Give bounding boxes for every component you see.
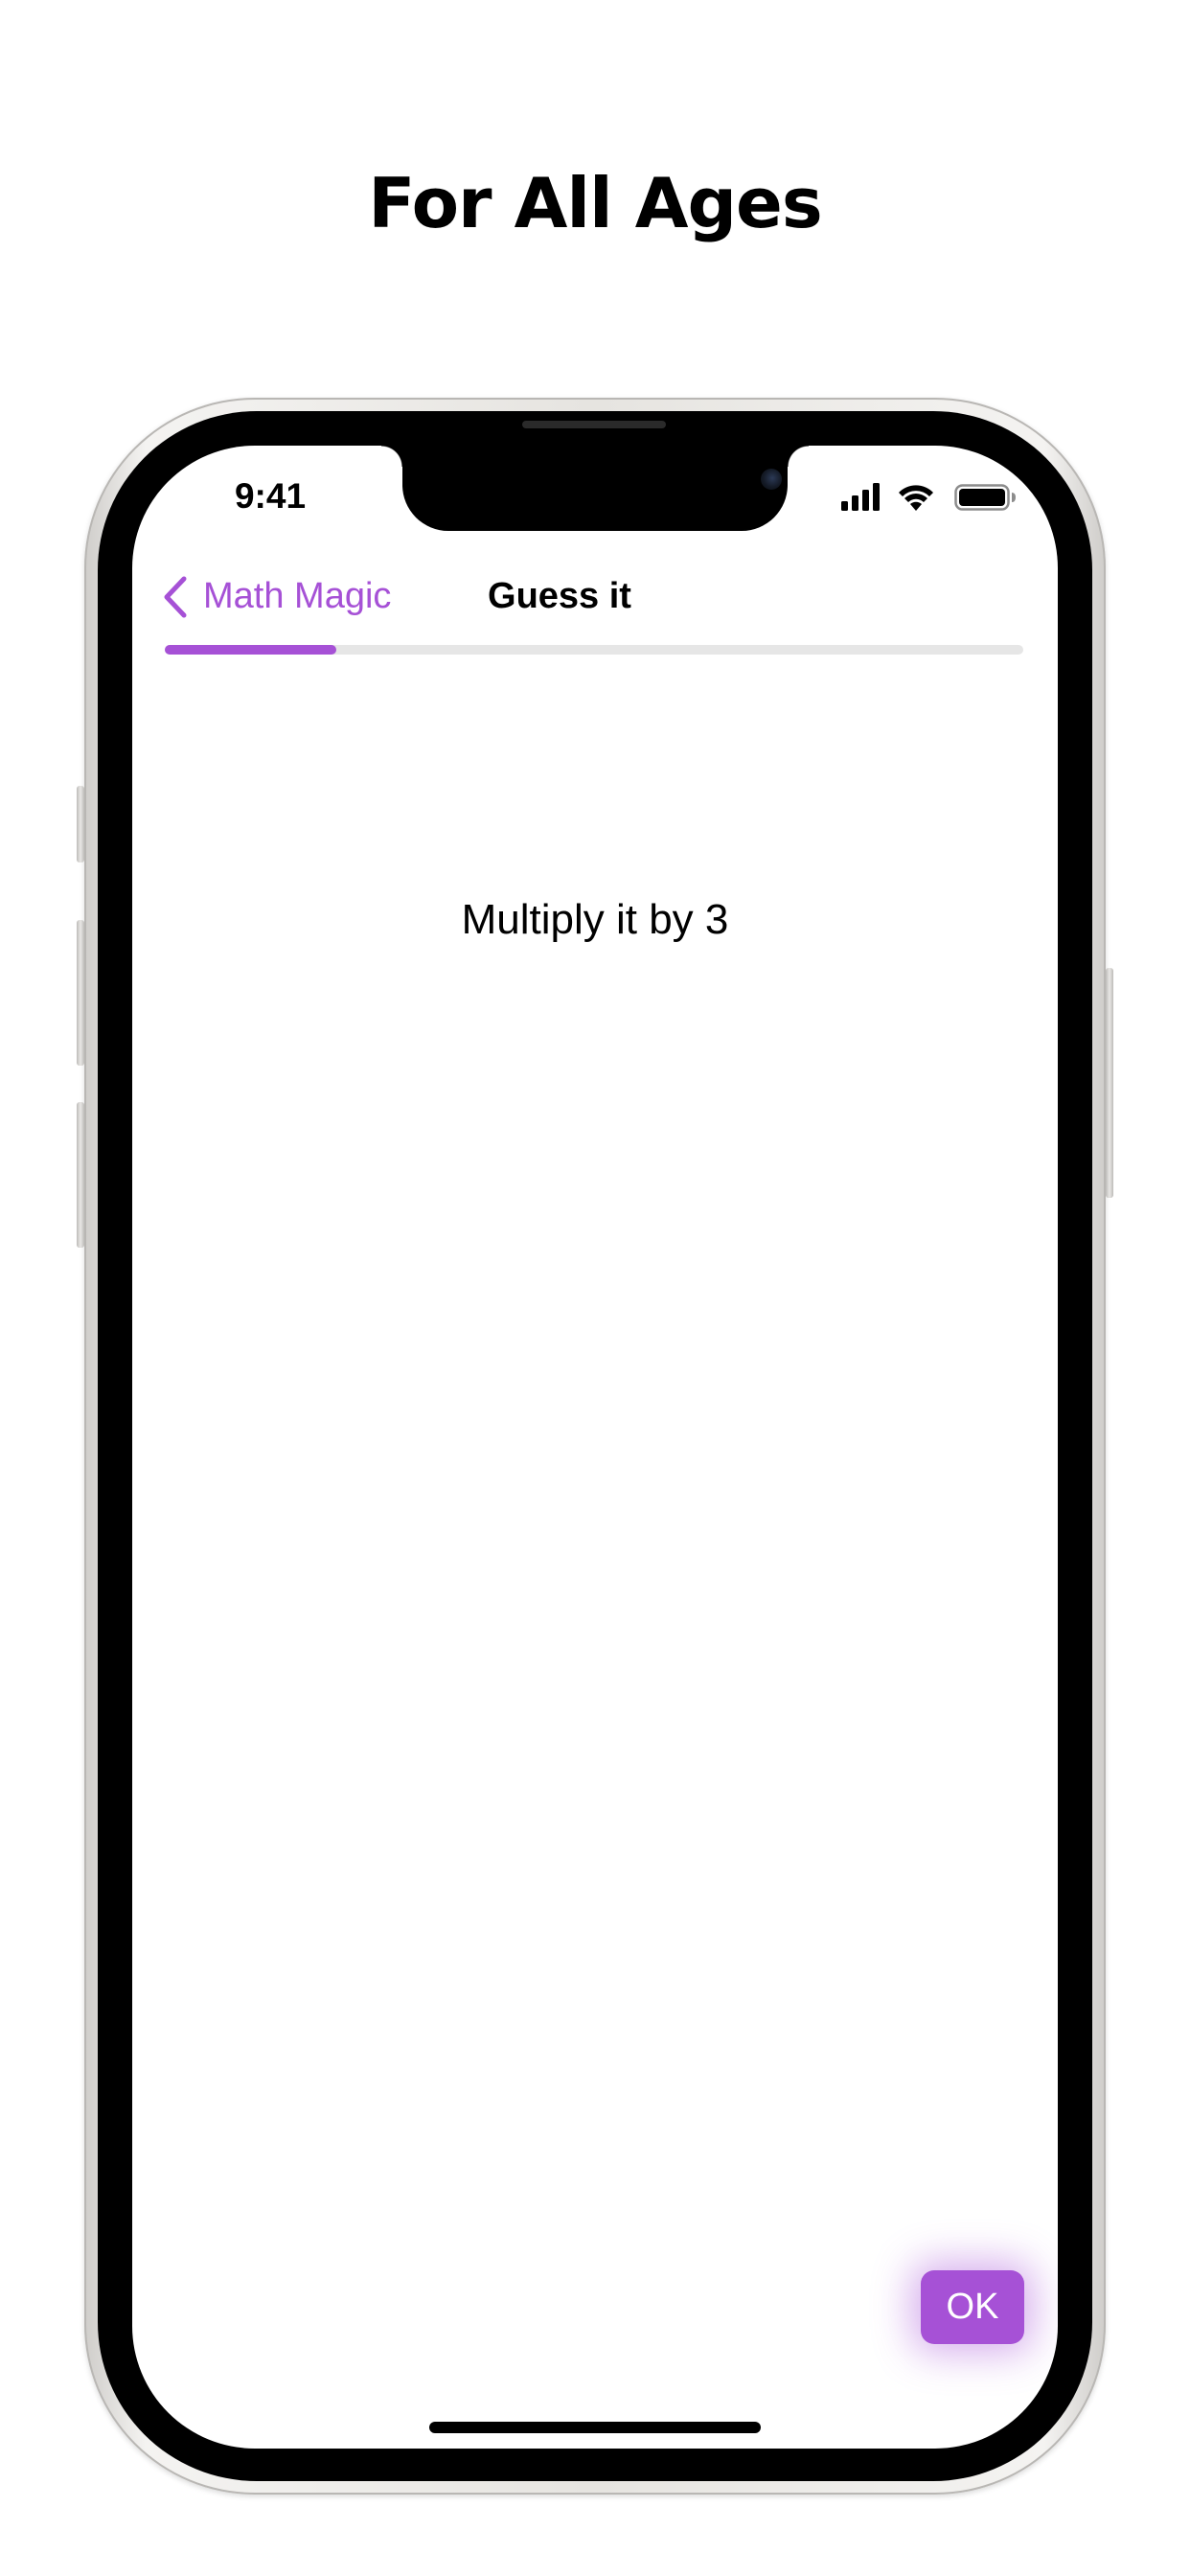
status-icons <box>841 483 1016 511</box>
front-camera-icon <box>761 469 782 490</box>
ok-button[interactable]: OK <box>921 2270 1024 2344</box>
phone-screen: 9:41 Math Magic Guess it Multiply it by … <box>132 446 1058 2449</box>
cellular-signal-icon <box>841 483 880 511</box>
nav-title: Guess it <box>488 576 631 616</box>
instruction-text: Multiply it by 3 <box>461 896 729 943</box>
notch <box>381 446 809 531</box>
battery-icon <box>954 484 1016 511</box>
marketing-headline: For All Ages <box>368 163 822 243</box>
wifi-icon <box>899 485 933 511</box>
earpiece-speaker <box>522 421 666 428</box>
volume-up-button <box>77 920 84 1066</box>
progress-bar <box>165 645 1023 655</box>
power-button <box>1106 968 1113 1198</box>
progress-bar-fill <box>165 645 337 655</box>
status-time: 9:41 <box>234 476 307 516</box>
chevron-left-icon[interactable] <box>157 573 195 621</box>
home-indicator <box>429 2422 761 2433</box>
back-button[interactable]: Math Magic <box>203 576 391 617</box>
volume-down-button <box>77 1102 84 1248</box>
silent-switch <box>77 786 84 862</box>
